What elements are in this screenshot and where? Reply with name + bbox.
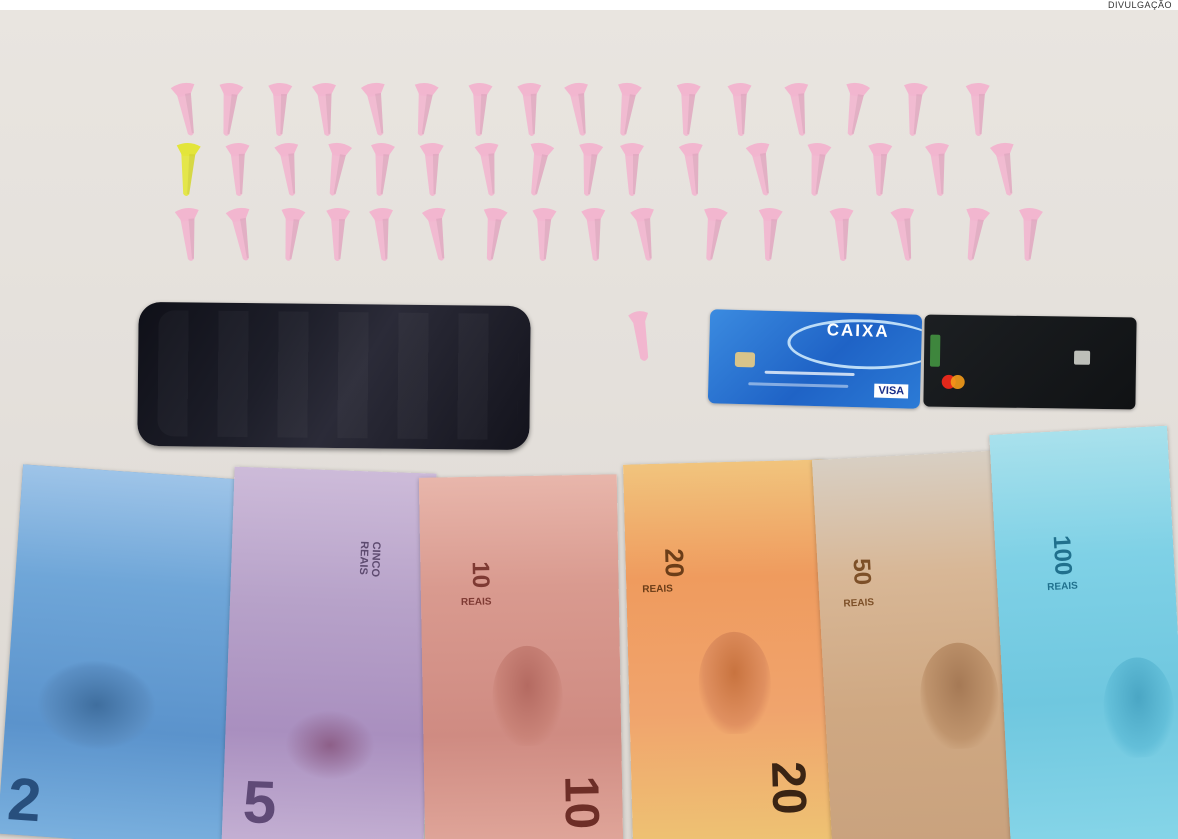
pink-packet bbox=[989, 142, 1014, 196]
pink-packet bbox=[483, 207, 508, 261]
pink-packet bbox=[581, 208, 606, 261]
pink-packet bbox=[225, 207, 250, 261]
single-pink-packet bbox=[628, 311, 649, 361]
pink-packet bbox=[727, 83, 752, 136]
pink-packet bbox=[758, 208, 783, 261]
pink-packet bbox=[829, 208, 854, 261]
pink-packet bbox=[630, 207, 654, 261]
pink-packet bbox=[564, 82, 588, 136]
cinco-reais-text: CINCO REAIS bbox=[356, 540, 383, 578]
pink-packet bbox=[530, 142, 555, 196]
pink-packet bbox=[784, 82, 809, 136]
caixa-card: CAIXA VISA bbox=[707, 309, 923, 409]
smartphone bbox=[137, 301, 531, 451]
pink-packet bbox=[579, 142, 604, 196]
reais-label-20: REAIS bbox=[642, 583, 673, 596]
pink-packet bbox=[676, 83, 701, 136]
pink-packet bbox=[807, 142, 832, 196]
pink-packet bbox=[1019, 208, 1043, 261]
pink-packet bbox=[274, 142, 299, 196]
banknote-stack-10: 10 REAIS 10 bbox=[418, 474, 624, 839]
denomination-100-small: 100 bbox=[1047, 534, 1077, 576]
pink-packet bbox=[965, 83, 990, 136]
denomination-10-small: 10 bbox=[466, 561, 495, 589]
denomination-20-small: 20 bbox=[659, 548, 690, 578]
pink-packet bbox=[704, 207, 728, 261]
banknote-stack-100: 100 REAIS bbox=[989, 425, 1178, 839]
pink-packet bbox=[620, 143, 644, 196]
banknote-stack-5: CINCO REAIS 5 bbox=[221, 466, 437, 839]
pink-packet bbox=[421, 207, 446, 261]
banknote-stack-20: 20 REAIS 20 bbox=[623, 459, 835, 839]
black-debit-card bbox=[923, 314, 1137, 410]
pink-packet bbox=[268, 83, 293, 136]
reais-label-50: REAIS bbox=[843, 597, 875, 610]
pink-packet bbox=[371, 143, 395, 196]
pink-packet bbox=[170, 82, 195, 136]
caixa-brand: CAIXA bbox=[826, 320, 890, 341]
pink-packet bbox=[868, 143, 893, 196]
pink-packet bbox=[281, 207, 306, 261]
reais-label-100: REAIS bbox=[1047, 580, 1079, 594]
pink-packet bbox=[532, 208, 557, 261]
pink-packet bbox=[414, 82, 439, 136]
pink-packet bbox=[360, 82, 385, 136]
pink-packet bbox=[419, 143, 444, 196]
pink-packet bbox=[846, 82, 871, 136]
pink-packet bbox=[468, 83, 493, 136]
phone-screen bbox=[157, 310, 519, 440]
pink-packet bbox=[219, 82, 244, 136]
pink-packet bbox=[474, 142, 499, 196]
card-brand-mark bbox=[929, 334, 941, 367]
pink-packet bbox=[328, 142, 353, 196]
pink-packet bbox=[678, 142, 703, 196]
photo-frame: DIVULGAÇÃO CAIXA VISA 2 CINCO REAIS 5 10… bbox=[0, 0, 1178, 839]
pink-packet bbox=[966, 207, 991, 261]
pink-packet bbox=[904, 83, 928, 136]
pink-packet bbox=[174, 207, 199, 261]
pink-packet bbox=[312, 83, 336, 136]
pink-packet bbox=[745, 142, 770, 196]
denomination-2: 2 bbox=[5, 765, 44, 835]
card-number-line bbox=[764, 370, 855, 377]
denomination-10-large: 10 bbox=[554, 775, 609, 830]
denomination-50-small: 50 bbox=[847, 557, 876, 586]
banknote-stack-2: 2 bbox=[0, 464, 255, 839]
reais-label-10: REAIS bbox=[460, 596, 492, 609]
pink-packet bbox=[369, 208, 393, 261]
card-holder-line bbox=[748, 382, 849, 388]
visa-logo: VISA bbox=[874, 383, 909, 399]
denomination-20-large: 20 bbox=[761, 760, 816, 816]
denomination-5: 5 bbox=[241, 768, 278, 837]
pink-packet bbox=[618, 82, 642, 136]
pink-packet bbox=[326, 208, 351, 261]
photo-credit: DIVULGAÇÃO bbox=[1107, 0, 1172, 10]
yellow-packet bbox=[176, 143, 201, 196]
pink-packet bbox=[225, 143, 250, 196]
pink-packet bbox=[890, 207, 915, 261]
evidence-photo: CAIXA VISA 2 CINCO REAIS 5 10 REAIS 10 2… bbox=[0, 10, 1178, 839]
pink-packet bbox=[517, 83, 542, 136]
card-chip bbox=[734, 351, 756, 368]
card-chip bbox=[1073, 350, 1091, 365]
pink-packet bbox=[925, 143, 949, 196]
mastercard-logo-orange bbox=[950, 374, 965, 390]
